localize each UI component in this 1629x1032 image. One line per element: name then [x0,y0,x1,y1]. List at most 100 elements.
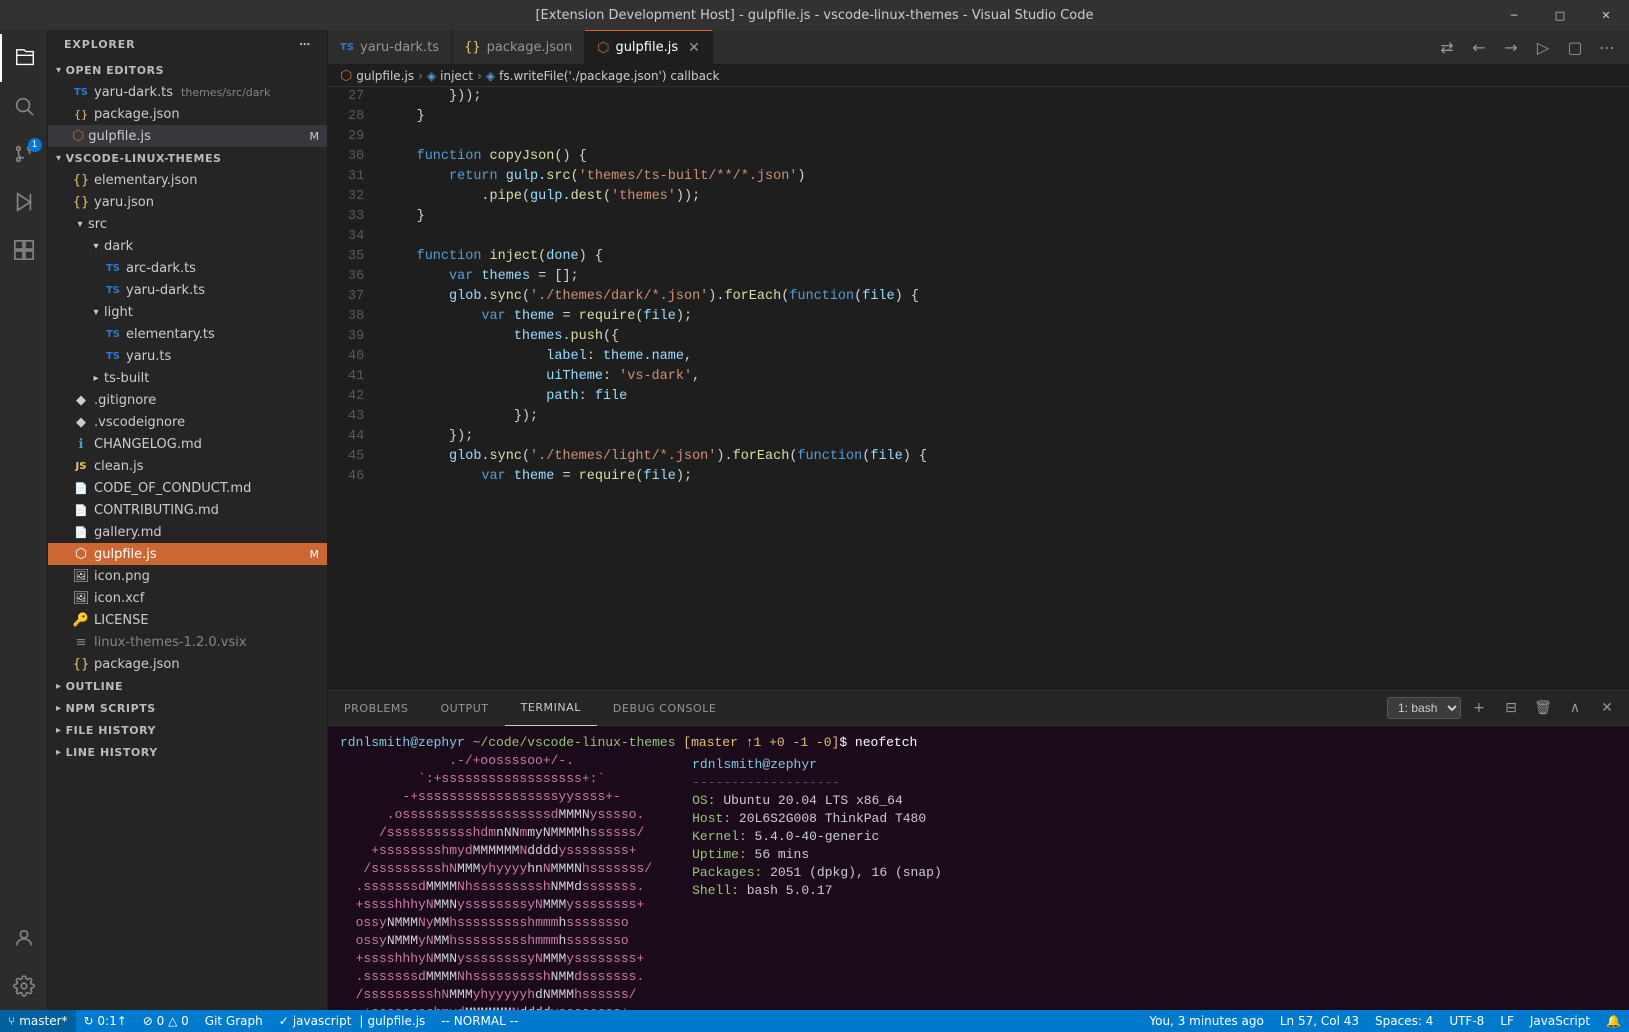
yaru-ts[interactable]: TS yaru.ts [48,345,327,367]
split-terminal-icon[interactable]: ⊟ [1497,694,1525,722]
file-history-section[interactable]: ▸ FILE HISTORY [48,719,327,741]
code-editor[interactable]: 27 28 29 30 31 32 33 34 35 36 37 38 39 4… [328,87,1629,690]
arc-dark-ts[interactable]: TS arc-dark.ts [48,257,327,279]
scrollbar-track[interactable] [1615,87,1629,690]
vsix-file[interactable]: ≡ linux-themes-1.2.0.vsix [48,631,327,653]
breadcrumb-inject[interactable]: inject [440,69,473,83]
terminal[interactable]: rdnlsmith@zephyr ~/code/vscode-linux-the… [328,726,1629,1010]
run-debug-icon[interactable]: ▷ [1529,33,1557,61]
check-item[interactable]: ✓ javascript | gulpfile.js [271,1010,434,1032]
icon-xcf[interactable]: 🖼 icon.xcf [48,587,327,609]
files-icon[interactable] [0,34,48,82]
breadcrumb-sep-2: › [477,69,482,83]
tab-terminal[interactable]: TERMINAL [505,691,597,726]
split-view-icon[interactable]: ▢ [1561,33,1589,61]
tab-output[interactable]: OUTPUT [424,691,504,726]
errors-item[interactable]: ⊘ 0 △ 0 [135,1010,197,1032]
vscodeignore-file[interactable]: ◆ .vscodeignore [48,411,327,433]
panel-close-icon[interactable]: ✕ [1593,694,1621,722]
settings-icon[interactable] [0,962,48,1010]
changelog-file[interactable]: ℹ CHANGELOG.md [48,433,327,455]
panel-actions: 1: bash + ⊟ 🗑 ∧ ✕ [1379,694,1629,722]
icon-png-icon: 🖼 [72,569,90,584]
open-editor-yaru-dark[interactable]: TS yaru-dark.ts themes/src/dark [48,81,327,103]
panel-up-icon[interactable]: ∧ [1561,694,1589,722]
light-folder[interactable]: ▾ light [48,301,327,323]
cursor-item[interactable]: Ln 57, Col 43 [1272,1010,1367,1032]
outline-section[interactable]: ▸ OUTLINE [48,675,327,697]
open-editor-package[interactable]: {} package.json [48,103,327,125]
license-label: LICENSE [94,613,149,628]
line-ending-item[interactable]: LF [1492,1010,1522,1032]
tab-spacer [713,30,1425,64]
package-json-file[interactable]: {} package.json [48,653,327,675]
mode-label: -- NORMAL -- [441,1014,518,1028]
terminal-selector[interactable]: 1: bash [1387,697,1461,719]
check-icon: ✓ [279,1014,289,1028]
mode-item[interactable]: -- NORMAL -- [433,1010,526,1032]
lang-mode-item[interactable]: JavaScript [1522,1010,1598,1032]
close-button[interactable]: ✕ [1583,0,1629,30]
navigate-forward-icon[interactable]: → [1497,33,1525,61]
open-editor-gulpfile[interactable]: ⬡ gulpfile.js M [48,125,327,147]
npm-scripts-section[interactable]: ▸ NPM SCRIPTS [48,697,327,719]
position-label: You, 3 minutes ago [1149,1014,1263,1028]
tab-gulpfile[interactable]: ⬡ gulpfile.js ✕ [585,30,713,64]
gallery-md[interactable]: 📄 gallery.md [48,521,327,543]
tab-yaru-dark-label: yaru-dark.ts [360,40,439,55]
terminal-label: TERMINAL [521,701,581,714]
split-editor-icon[interactable]: ⇄ [1433,33,1461,61]
ts-built-folder[interactable]: ▸ ts-built [48,367,327,389]
git-branch-item[interactable]: ⑂ master* [0,1010,76,1032]
position-item[interactable]: You, 3 minutes ago [1141,1010,1271,1032]
gulpfile-js[interactable]: ⬡ gulpfile.js M [48,543,327,565]
yaru-json[interactable]: {} yaru.json [48,191,327,213]
dark-folder[interactable]: ▾ dark [48,235,327,257]
breadcrumb-callback[interactable]: fs.writeFile('./package.json') callback [499,69,719,83]
new-terminal-icon[interactable]: + [1465,694,1493,722]
project-header[interactable]: ▾ VSCODE-LINUX-THEMES [48,147,327,169]
more-actions-icon[interactable]: ⋯ [1593,33,1621,61]
encoding-item[interactable]: UTF-8 [1441,1010,1492,1032]
spaces-item[interactable]: Spaces: 4 [1367,1010,1441,1032]
modified-badge-open: M [310,130,320,143]
gitignore-file[interactable]: ◆ .gitignore [48,389,327,411]
git-graph-item[interactable]: Git Graph [197,1010,271,1032]
clean-js[interactable]: JS clean.js [48,455,327,477]
sync-item[interactable]: ↻ 0:1↑ [76,1010,135,1032]
maximize-button[interactable]: □ [1537,0,1583,30]
terminal-neofetch: .-/+oossssoo+/-. `:+ssssssssssssssssss+:… [340,752,1617,1010]
line-history-section[interactable]: ▸ LINE HISTORY [48,741,327,763]
encoding-label: UTF-8 [1449,1014,1484,1028]
open-editor-path: themes/src/dark [181,86,270,99]
account-icon[interactable] [0,914,48,962]
notifications-item[interactable]: 🔔 [1598,1010,1629,1032]
open-editors-header[interactable]: ▾ OPEN EDITORS [48,59,327,81]
run-icon[interactable] [0,178,48,226]
elementary-json-label: elementary.json [94,173,197,188]
navigate-back-icon[interactable]: ← [1465,33,1493,61]
contributing-md[interactable]: 📄 CONTRIBUTING.md [48,499,327,521]
tab-yaru-dark[interactable]: TS yaru-dark.ts [328,30,452,64]
elementary-ts[interactable]: TS elementary.ts [48,323,327,345]
minimize-button[interactable]: ─ [1491,0,1537,30]
license-file[interactable]: 🔑 LICENSE [48,609,327,631]
language-label: javascript [293,1014,352,1028]
elementary-json[interactable]: {} elementary.json [48,169,327,191]
extensions-icon[interactable] [0,226,48,274]
tab-problems[interactable]: PROBLEMS [328,691,424,726]
breadcrumb-file[interactable]: gulpfile.js [356,69,414,83]
sidebar-more-icon[interactable]: ⋯ [299,38,311,51]
tab-package-json[interactable]: {} package.json [452,30,585,64]
git-branch-label: master* [19,1014,67,1028]
src-folder[interactable]: ▾ src [48,213,327,235]
source-control-icon[interactable]: 1 [0,130,48,178]
yaru-dark-ts[interactable]: TS yaru-dark.ts [48,279,327,301]
icon-png[interactable]: 🖼 icon.png [48,565,327,587]
tab-debug-console[interactable]: DEBUG CONSOLE [597,691,732,726]
code-of-conduct[interactable]: 📄 CODE_OF_CONDUCT.md [48,477,327,499]
tab-close-button[interactable]: ✕ [688,40,700,56]
code-content[interactable]: })); } function copyJson() { return gulp… [376,87,1535,690]
trash-icon[interactable]: 🗑 [1529,694,1557,722]
search-icon[interactable] [0,82,48,130]
